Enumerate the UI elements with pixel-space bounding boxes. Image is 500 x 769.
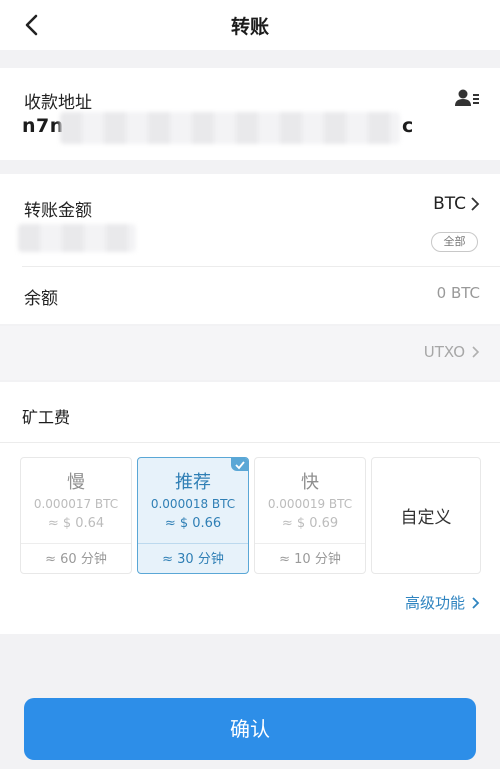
- fee-option-slow[interactable]: 慢 0.000017 BTC ≈ $ 0.64 ≈ 60 分钟: [20, 457, 132, 574]
- fee-name: 慢: [67, 472, 85, 493]
- address-blur: [60, 112, 400, 144]
- fee-usd: ≈ $ 0.66: [164, 516, 222, 531]
- balance-value: 0 BTC: [436, 284, 480, 302]
- confirm-button[interactable]: 确认: [24, 698, 476, 760]
- fee-usd: ≈ $ 0.69: [281, 516, 339, 531]
- balance-label: 余额: [24, 289, 58, 309]
- divider: [138, 543, 248, 544]
- divider: [21, 543, 131, 544]
- chevron-right-icon: [472, 596, 480, 609]
- amount-blur[interactable]: [18, 224, 136, 252]
- fee-option-fast[interactable]: 快 0.000019 BTC ≈ $ 0.69 ≈ 10 分钟: [254, 457, 366, 574]
- custom-fee-label: 自定义: [400, 508, 452, 528]
- header: 转账: [0, 0, 500, 50]
- all-amount-button[interactable]: 全部: [431, 232, 478, 252]
- currency-selector[interactable]: BTC: [433, 194, 480, 214]
- contacts-button[interactable]: [454, 88, 480, 108]
- fee-btc: 0.000019 BTC: [267, 497, 353, 511]
- fee-name: 推荐: [175, 472, 211, 493]
- chevron-right-icon: [472, 346, 480, 358]
- fee-time: ≈ 30 分钟: [162, 552, 224, 567]
- contact-book-icon: [455, 89, 479, 106]
- advanced-features-link[interactable]: 高级功能: [405, 592, 480, 613]
- divider: [22, 266, 500, 267]
- fee-label: 矿工费: [22, 408, 71, 427]
- fee-name: 快: [301, 472, 319, 493]
- utxo-link[interactable]: UTXO: [424, 343, 480, 361]
- divider: [255, 543, 365, 544]
- fee-btc: 0.000018 BTC: [150, 497, 236, 511]
- advanced-label: 高级功能: [404, 594, 465, 612]
- recipient-label: 收款地址: [24, 93, 92, 113]
- recipient-address-end: c: [402, 115, 414, 137]
- fee-time: ≈ 60 分钟: [45, 552, 107, 567]
- chevron-right-icon: [471, 197, 480, 211]
- fee-option-recommended[interactable]: 推荐 0.000018 BTC ≈ $ 0.66 ≈ 30 分钟: [137, 457, 249, 574]
- currency-label: BTC: [433, 194, 466, 214]
- fee-option-custom[interactable]: 自定义: [371, 457, 481, 574]
- fee-time: ≈ 10 分钟: [279, 552, 341, 567]
- divider: [0, 442, 500, 443]
- page-title: 转账: [230, 16, 269, 38]
- utxo-label: UTXO: [423, 343, 465, 361]
- fee-btc: 0.000017 BTC: [33, 497, 119, 511]
- amount-section: 转账金额 余额: [0, 174, 500, 324]
- fee-usd: ≈ $ 0.64: [47, 516, 105, 531]
- amount-label: 转账金额: [24, 201, 92, 221]
